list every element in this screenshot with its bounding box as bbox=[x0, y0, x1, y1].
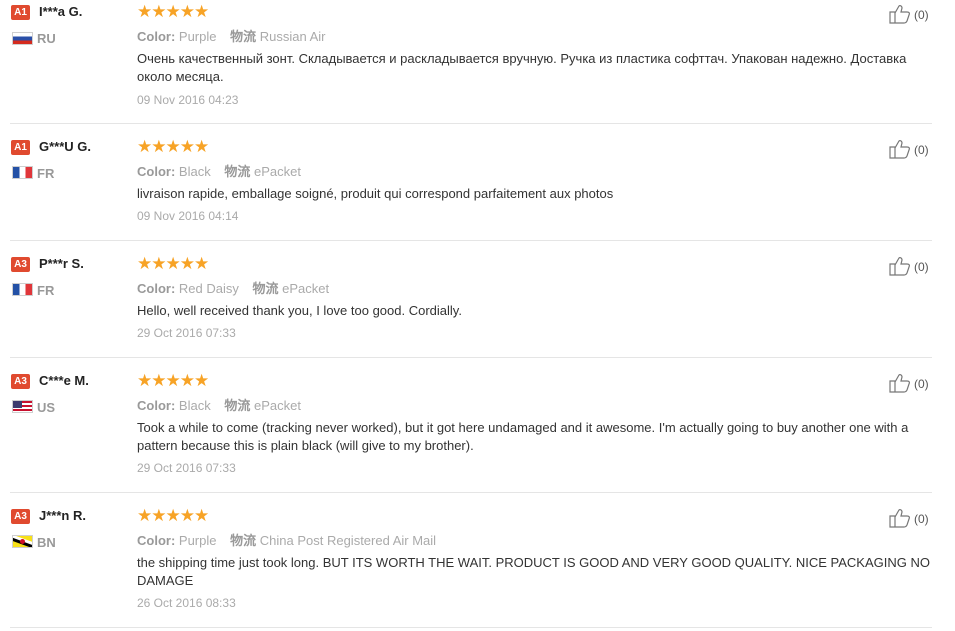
review-meta: Color: Purple 物流 China Post Registered A… bbox=[137, 530, 436, 549]
shipping-label: 物流 bbox=[224, 398, 251, 413]
flag-us-icon bbox=[12, 400, 33, 413]
shipping-label: 物流 bbox=[230, 533, 257, 548]
color-value: Purple bbox=[178, 29, 217, 44]
buyer-name: J***n R. bbox=[39, 508, 86, 523]
rating-stars: ★★★★★ bbox=[137, 506, 209, 525]
review-meta: Color: Red Daisy 物流 ePacket bbox=[137, 278, 329, 297]
review-meta: Color: Purple 物流 Russian Air bbox=[137, 26, 326, 45]
buyer-name: I***a G. bbox=[39, 4, 83, 19]
buyer-level-badge: A1 bbox=[11, 140, 30, 155]
buyer-level-badge: A3 bbox=[11, 509, 30, 524]
rating-stars: ★★★★★ bbox=[137, 2, 209, 21]
helpful-button[interactable]: (0) bbox=[889, 508, 937, 528]
shipping-value: Russian Air bbox=[259, 29, 326, 44]
buyer-country: BN bbox=[37, 535, 56, 550]
buyer-name: C***e M. bbox=[39, 373, 89, 388]
color-label: Color: bbox=[137, 533, 176, 548]
review-item: A3 J***n R. BN ★★★★★ Color: Purple 物流 Ch… bbox=[0, 504, 932, 628]
buyer-level-badge: A3 bbox=[11, 374, 30, 389]
shipping-label: 物流 bbox=[224, 164, 251, 179]
review-item: A1 G***U G. FR ★★★★★ Color: Black 物流 ePa… bbox=[0, 135, 932, 241]
helpful-count: (0) bbox=[914, 260, 929, 274]
buyer-country: US bbox=[37, 400, 56, 415]
flag-bn-icon bbox=[12, 535, 33, 548]
shipping-value: China Post Registered Air Mail bbox=[259, 533, 437, 548]
buyer-country: FR bbox=[37, 283, 55, 298]
divider bbox=[10, 123, 932, 124]
color-value: Black bbox=[178, 164, 211, 179]
rating-stars: ★★★★★ bbox=[137, 254, 209, 273]
helpful-count: (0) bbox=[914, 512, 929, 526]
shipping-value: ePacket bbox=[253, 164, 301, 179]
shipping-value: ePacket bbox=[282, 281, 330, 296]
divider bbox=[10, 627, 932, 628]
review-meta: Color: Black 物流 ePacket bbox=[137, 161, 301, 180]
buyer-name: P***r S. bbox=[39, 256, 84, 271]
buyer-level-badge: A3 bbox=[11, 257, 30, 272]
thumbs-up-icon bbox=[889, 257, 910, 276]
helpful-button[interactable]: (0) bbox=[889, 373, 937, 393]
color-label: Color: bbox=[137, 281, 176, 296]
divider bbox=[10, 357, 932, 358]
thumbs-up-icon bbox=[889, 5, 910, 24]
shipping-label: 物流 bbox=[252, 281, 279, 296]
rating-stars: ★★★★★ bbox=[137, 371, 209, 390]
helpful-count: (0) bbox=[914, 8, 929, 22]
color-value: Red Daisy bbox=[178, 281, 239, 296]
color-value: Black bbox=[178, 398, 211, 413]
color-label: Color: bbox=[137, 398, 176, 413]
review-date: 29 Oct 2016 07:33 bbox=[137, 461, 236, 475]
review-meta: Color: Black 物流 ePacket bbox=[137, 395, 301, 414]
buyer-level-badge: A1 bbox=[11, 5, 30, 20]
review-text: the shipping time just took long. BUT IT… bbox=[137, 555, 930, 588]
divider bbox=[10, 240, 932, 241]
review-date: 29 Oct 2016 07:33 bbox=[137, 326, 236, 340]
color-value: Purple bbox=[178, 533, 217, 548]
helpful-button[interactable]: (0) bbox=[889, 4, 937, 24]
review-date: 09 Nov 2016 04:23 bbox=[137, 93, 239, 107]
helpful-button[interactable]: (0) bbox=[889, 256, 937, 276]
color-label: Color: bbox=[137, 29, 176, 44]
flag-ru-icon bbox=[12, 32, 33, 45]
thumbs-up-icon bbox=[889, 509, 910, 528]
flag-fr-icon bbox=[12, 166, 33, 179]
review-text: Hello, well received thank you, I love t… bbox=[137, 303, 462, 318]
review-text: Took a while to come (tracking never wor… bbox=[137, 420, 909, 453]
color-label: Color: bbox=[137, 164, 176, 179]
review-text: livraison rapide, emballage soigné, prod… bbox=[137, 186, 614, 201]
review-date: 26 Oct 2016 08:33 bbox=[137, 596, 236, 610]
review-date: 09 Nov 2016 04:14 bbox=[137, 209, 239, 223]
shipping-value: ePacket bbox=[253, 398, 301, 413]
divider bbox=[10, 492, 932, 493]
helpful-count: (0) bbox=[914, 143, 929, 157]
shipping-label: 物流 bbox=[230, 29, 257, 44]
buyer-country: FR bbox=[37, 166, 55, 181]
review-text: Очень качественный зонт. Складывается и … bbox=[137, 51, 907, 84]
review-item: A3 C***e M. US ★★★★★ Color: Black 物流 ePa… bbox=[0, 369, 932, 493]
flag-fr-icon bbox=[12, 283, 33, 296]
thumbs-up-icon bbox=[889, 374, 910, 393]
helpful-count: (0) bbox=[914, 377, 929, 391]
buyer-country: RU bbox=[37, 31, 56, 46]
buyer-name: G***U G. bbox=[39, 139, 92, 154]
rating-stars: ★★★★★ bbox=[137, 137, 209, 156]
review-item: A3 P***r S. FR ★★★★★ Color: Red Daisy 物流… bbox=[0, 252, 932, 358]
helpful-button[interactable]: (0) bbox=[889, 139, 937, 159]
review-item: A1 I***a G. RU ★★★★★ Color: Purple 物流 Ru… bbox=[0, 0, 932, 124]
thumbs-up-icon bbox=[889, 140, 910, 159]
